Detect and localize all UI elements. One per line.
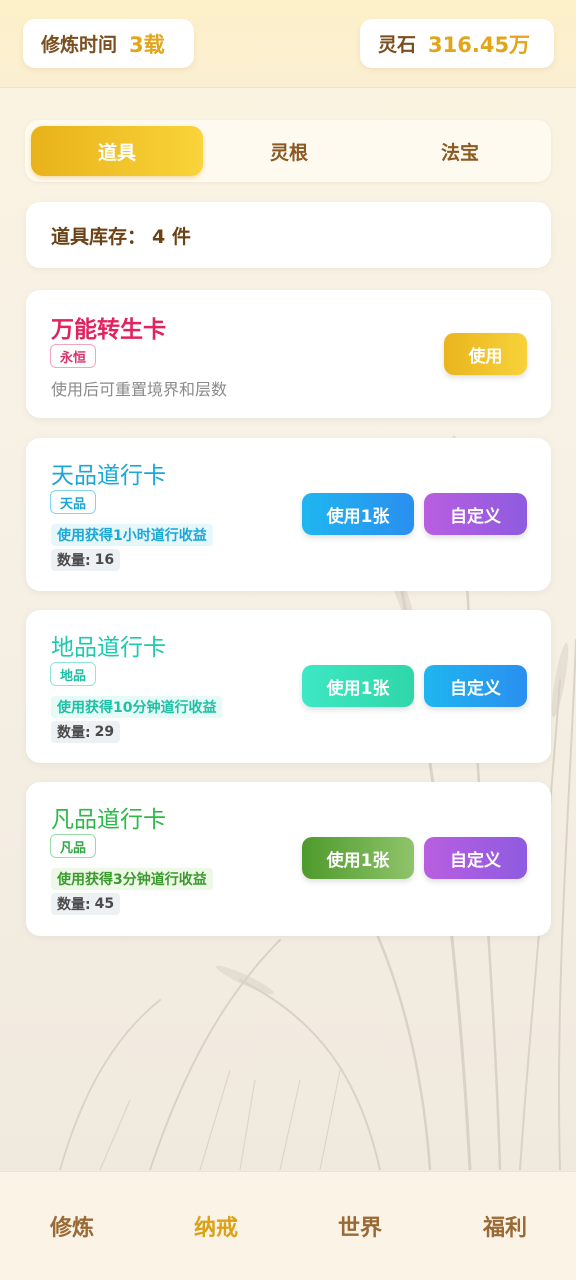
cultivation-time-value: 3载 [129,32,165,57]
item-tag: 地品 [50,662,97,686]
inventory-summary: 道具库存： 4 件 [26,202,551,268]
item-card-earth-grade: 地品道行卡 地品 使用获得10分钟道行收益 数量: 29 使用1张 自定义 [26,610,551,763]
nav-welfare[interactable]: 福利 [455,1210,555,1242]
nav-cultivate[interactable]: 修炼 [22,1210,122,1242]
quantity-value: 29 [94,724,115,740]
item-quantity: 数量: 29 [51,721,121,743]
use-button[interactable]: 使用 [444,333,527,375]
item-title: 地品道行卡 [51,635,166,661]
item-title: 万能转生卡 [51,317,166,343]
cultivation-time-chip: 修炼时间 3载 [23,19,194,68]
item-description: 使用获得1小时道行收益 [51,524,213,546]
item-tag: 天品 [50,490,97,514]
item-card-common-grade: 凡品道行卡 凡品 使用获得3分钟道行收益 数量: 45 使用1张 自定义 [26,782,551,936]
use-one-button[interactable]: 使用1张 [302,493,414,535]
nav-world[interactable]: 世界 [310,1210,410,1242]
item-card-heaven-grade: 天品道行卡 天品 使用获得1小时道行收益 数量: 16 使用1张 自定义 [26,438,551,591]
inventory-count: 4 件 [152,225,191,248]
inventory-label: 道具库存： [51,225,147,248]
quantity-label: 数量: [57,553,91,569]
use-one-button[interactable]: 使用1张 [302,837,414,879]
tab-items[interactable]: 道具 [31,126,203,176]
item-description: 使用获得3分钟道行收益 [51,868,213,890]
cultivation-time-label: 修炼时间 [41,34,118,56]
item-title: 天品道行卡 [51,463,166,489]
category-tabs: 道具 灵根 法宝 [25,120,551,182]
item-description: 使用获得10分钟道行收益 [51,696,223,718]
top-status-bar: 修炼时间 3载 灵石 316.45万 [0,0,576,88]
quantity-value: 45 [94,896,115,912]
item-title: 凡品道行卡 [51,807,166,833]
item-tag: 凡品 [50,834,97,858]
item-description: 使用后可重置境界和层数 [51,380,228,399]
quantity-value: 16 [94,552,115,568]
quantity-label: 数量: [57,897,91,913]
item-quantity: 数量: 16 [51,549,121,571]
quantity-label: 数量: [57,725,91,741]
custom-button[interactable]: 自定义 [424,493,527,535]
spirit-stone-label: 灵石 [378,34,417,56]
tab-spirit-root[interactable]: 灵根 [203,126,375,176]
custom-button[interactable]: 自定义 [424,665,527,707]
nav-storage-ring[interactable]: 纳戒 [166,1210,266,1242]
spirit-stone-value: 316.45万 [428,32,531,57]
spirit-stone-chip: 灵石 316.45万 [360,19,554,68]
item-card-rebirth: 万能转生卡 永恒 使用后可重置境界和层数 使用 [26,290,551,418]
tab-treasure[interactable]: 法宝 [374,126,546,176]
bottom-navigation: 修炼 纳戒 世界 福利 [0,1171,576,1280]
item-quantity: 数量: 45 [51,893,121,915]
item-tag: 永恒 [50,344,97,368]
use-one-button[interactable]: 使用1张 [302,665,414,707]
custom-button[interactable]: 自定义 [424,837,527,879]
